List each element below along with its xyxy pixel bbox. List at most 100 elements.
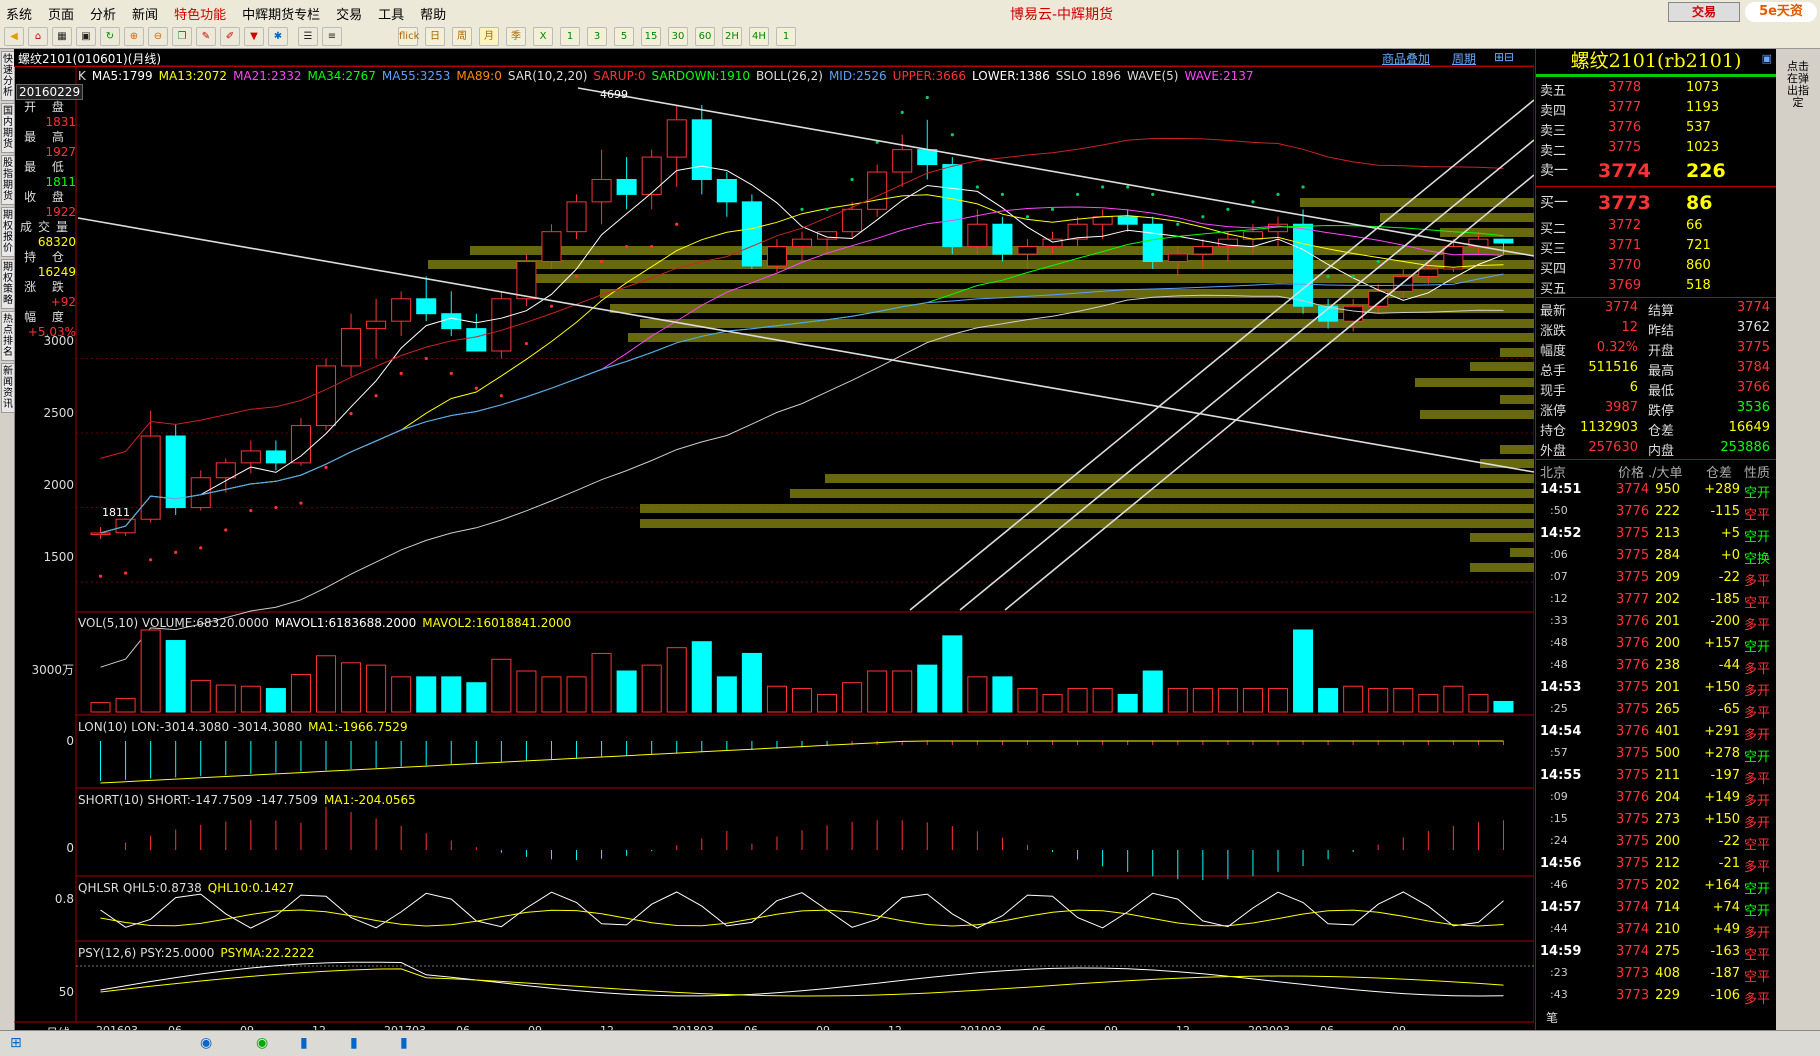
indicator-value: MA1:-1966.7529 [308,720,408,734]
menu-item[interactable]: 工具 [372,0,414,24]
indicator-value: WAVE:2137 [1184,69,1254,83]
indicator-value: BOLL(26,2) [756,69,823,83]
sar-dot [299,501,303,505]
period-button[interactable]: 日 [425,27,445,46]
info-value: 1922 [45,205,76,219]
table-icon[interactable]: ☰ [298,27,318,46]
candle-body [165,435,186,509]
quote-cell: 空平 [1744,970,1771,985]
sar-dot [850,177,854,182]
chart-icon[interactable]: ▦ [52,27,72,46]
channel-line [959,139,1534,611]
period-button[interactable]: 1 [560,27,580,46]
menu-item[interactable]: 交易 [330,0,372,24]
volume-profile-bar [428,260,1534,269]
menu-item[interactable]: 页面 [42,0,84,24]
quote-row: 卖三 3776 537 [1536,118,1776,139]
volume-bar [741,652,762,713]
quote-cell: :48 [1550,658,1568,671]
menu-item[interactable]: 中辉期货专栏 [236,0,330,24]
volume-profile-bar [640,519,1534,528]
quote-row: :48 3776 200 +157 空开 [1536,634,1776,656]
quote-cell: 多开 [1744,728,1771,743]
candle-body [566,201,587,233]
quote-cell: 6 [1629,380,1638,395]
volume-profile-bar [1440,228,1534,237]
taskbar-chat-icon[interactable]: ◉ [256,1035,268,1051]
book-divider [1536,186,1776,187]
taskbar-folder-icon[interactable]: ▮ [350,1035,358,1051]
panel-menu-icon[interactable]: ▣ [1762,52,1772,65]
volume-bar [290,674,311,713]
home-icon[interactable]: ⌂ [28,27,48,46]
start-icon[interactable]: ⊞ [10,1035,22,1051]
list-icon[interactable]: ≡ [322,27,342,46]
quote-cell: 14:55 [1540,768,1582,783]
quote-row: 买四 3770 860 [1536,256,1776,277]
quote-cell: 卖二 [1540,144,1567,159]
quote-cell: 多开 [1744,684,1771,699]
period-button[interactable]: X [533,27,553,46]
period-button[interactable]: 1 [776,27,796,46]
window-icon[interactable]: ▣ [76,27,96,46]
zoom-in-icon[interactable]: ⊕ [124,27,144,46]
volume-profile-bar [1470,533,1534,542]
volume-profile-bar [1510,548,1534,557]
menu-item[interactable]: 系统 [0,0,42,24]
menu-item[interactable]: 分析 [84,0,126,24]
indicator-value: MAVOL2:16018841.2000 [422,616,572,630]
taskbar-app-icon[interactable]: ◉ [200,1035,212,1051]
zoom-out-icon[interactable]: ⊖ [148,27,168,46]
quote-cell: 多开 [1744,926,1771,941]
quote-cell: :23 [1550,966,1568,979]
refresh-icon[interactable]: ↻ [100,27,120,46]
quote-row: :50 3776 222 -115 空平 [1536,502,1776,524]
menu-item[interactable]: 新闻 [126,0,168,24]
volume-profile-bar [610,304,1534,313]
pen-icon[interactable]: ✐ [220,27,240,46]
sar-dot [900,110,904,114]
candle-body [967,223,988,248]
quote-cell: 外盘 [1540,444,1567,459]
period-button[interactable]: 2H [722,27,742,46]
quote-cell: 3775 [1616,548,1650,563]
menu-item[interactable]: 特色功能 [168,0,236,24]
indicator-value: SSLO 1896 [1055,69,1122,83]
candle-body [190,477,211,509]
period-button[interactable]: 4H [749,27,769,46]
quote-cell: 3777 [1616,592,1650,607]
copy-icon[interactable]: ❐ [172,27,192,46]
filter-icon[interactable]: ▼ [244,27,264,46]
taskbar-doc-icon[interactable]: ▮ [400,1035,408,1051]
sar-dot [524,341,529,346]
taskbar-window-icon[interactable]: ▮ [300,1035,308,1051]
menu-item[interactable]: 帮助 [414,0,456,24]
period-button[interactable]: flick [398,27,419,46]
trend-line [577,87,1534,257]
quote-cell: 284 [1655,548,1680,563]
draw-icon[interactable]: ✎ [196,27,216,46]
info-value: 1831 [45,115,76,129]
quote-cell: 3775 [1616,680,1650,695]
volume-profile-bar [1420,410,1534,419]
period-button[interactable]: 周 [452,27,472,46]
period-button[interactable]: 5 [614,27,634,46]
back-icon[interactable]: ◀ [4,27,24,46]
trade-button[interactable]: 交易 [1668,2,1740,22]
psy-axis-label: 50 [58,985,74,999]
quote-row: :06 3775 284 +0 空换 [1536,546,1776,568]
period-button[interactable]: 月 [479,27,499,46]
candle-body [892,149,913,173]
quote-cell: 201 [1655,680,1680,695]
period-button[interactable]: 3 [587,27,607,46]
quote-cell: 500 [1655,746,1680,761]
period-button[interactable]: 季 [506,27,526,46]
indicator-value: SARDOWN:1910 [651,69,751,83]
indicator-value: VOL(5,10) VOLUME:68320.0000 [78,616,269,630]
period-button[interactable]: 60 [695,27,715,46]
quote-cell: :12 [1550,592,1568,605]
new-icon[interactable]: ✱ [268,27,288,46]
sar-dot [249,508,253,513]
period-button[interactable]: 15 [641,27,661,46]
period-button[interactable]: 30 [668,27,688,46]
